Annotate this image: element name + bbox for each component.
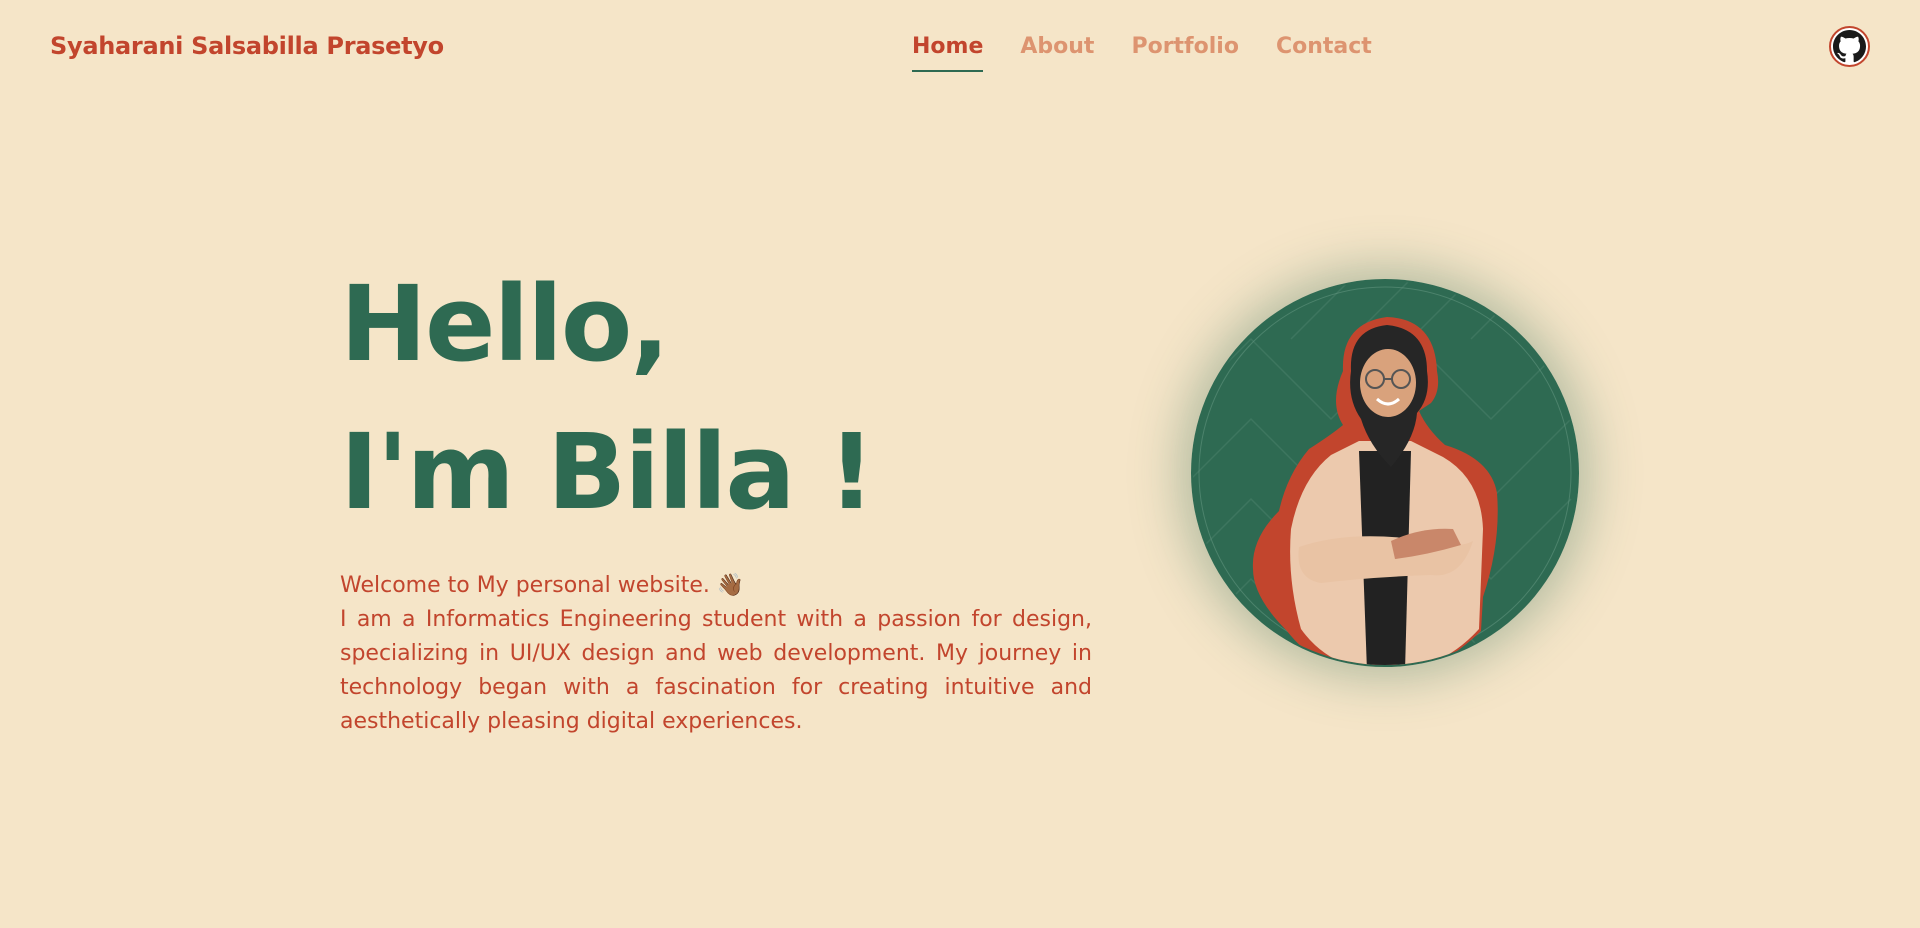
- hero-section: Hello, I'm Billa ! Welcome to My persona…: [340, 250, 1092, 739]
- hero-greeting: Hello,: [340, 263, 670, 385]
- brand-name[interactable]: Syaharani Salsabilla Prasetyo: [50, 32, 444, 60]
- nav-contact-link[interactable]: Contact: [1276, 34, 1372, 72]
- nav-home-link[interactable]: Home: [912, 34, 984, 72]
- navbar: Syaharani Salsabilla Prasetyo Home About…: [0, 0, 1920, 100]
- welcome-text: Welcome to My personal website. 👋🏾: [340, 573, 745, 598]
- nav-portfolio-link[interactable]: Portfolio: [1131, 34, 1239, 72]
- about-text: I am a Informatics Engineering student w…: [340, 607, 1092, 734]
- profile-photo: [1191, 279, 1579, 667]
- hero-description: Welcome to My personal website. 👋🏾 I am …: [340, 569, 1092, 739]
- github-icon: [1833, 30, 1866, 63]
- github-button[interactable]: [1829, 26, 1870, 67]
- nav-links: Home About Portfolio Contact: [912, 34, 1372, 72]
- profile-photo-graphic: [1191, 279, 1579, 667]
- nav-about-link[interactable]: About: [1020, 34, 1094, 72]
- hero-name: I'm Billa !: [340, 411, 875, 533]
